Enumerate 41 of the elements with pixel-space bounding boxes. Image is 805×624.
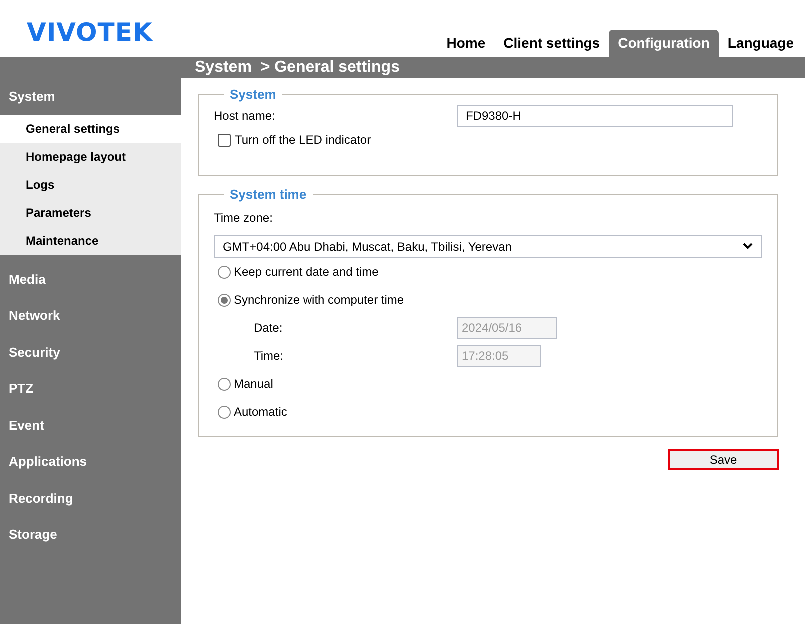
input-field[interactable]: FD9380-H: [457, 105, 733, 127]
sidebar-section[interactable]: Storage: [0, 516, 181, 553]
field-label: Date:: [254, 320, 284, 337]
radio-button[interactable]: [218, 406, 231, 418]
radio-button[interactable]: [218, 294, 231, 306]
sidebar-item[interactable]: Parameters: [0, 199, 181, 227]
sidebar-section[interactable]: Recording: [0, 480, 181, 516]
radio-label: Synchronize with computer time: [234, 292, 404, 309]
sidebar-section[interactable]: Event: [0, 407, 181, 444]
checkbox[interactable]: [218, 134, 231, 146]
field-label: Time zone:: [214, 210, 274, 227]
group-title: System time: [229, 188, 308, 201]
sidebar-section[interactable]: System: [0, 86, 181, 115]
radio-button[interactable]: [218, 378, 231, 390]
dropdown[interactable]: GMT+04:00 Abu Dhabi, Muscat, Baku, Tbilisi, Yerevan: [214, 235, 762, 258]
dropdown-value: GMT+04:00 Abu Dhabi, Muscat, Baku, Tbilisi, Yerevan: [223, 238, 512, 256]
radio-label: Keep current date and time: [234, 264, 379, 281]
sidebar-section[interactable]: Security: [0, 334, 181, 370]
caret-icon: [743, 243, 753, 250]
sidebar-item[interactable]: Logs: [0, 171, 181, 199]
sidebar-section[interactable]: Applications: [0, 444, 181, 480]
radio-button[interactable]: [218, 266, 231, 278]
sidebar-section[interactable]: Media: [0, 261, 181, 298]
nav-tab[interactable]: Home: [438, 30, 495, 57]
radio-label: Automatic: [234, 404, 288, 421]
radio-label: Manual: [234, 376, 274, 393]
checkbox-label: Turn off the LED indicator: [235, 132, 372, 149]
sidebar-section[interactable]: Network: [0, 298, 181, 334]
nav-tab[interactable]: Configuration: [609, 30, 719, 57]
sidebar-item[interactable]: Maintenance: [0, 227, 181, 255]
sidebar-section[interactable]: PTZ: [0, 370, 181, 407]
sidebar-item[interactable]: Homepage layout: [0, 143, 181, 171]
field-label: Time:: [254, 348, 285, 365]
breadcrumb: System > General settings: [195, 58, 400, 78]
sidebar-item[interactable]: General settings: [0, 115, 181, 143]
nav-tab[interactable]: Language: [718, 30, 803, 57]
group-title: System: [229, 88, 278, 101]
logo: VIVOTEK: [27, 17, 153, 49]
field-label: Host name:: [214, 108, 276, 125]
save-button[interactable]: Save: [668, 449, 779, 470]
nav-tab[interactable]: Client settings: [494, 30, 610, 57]
